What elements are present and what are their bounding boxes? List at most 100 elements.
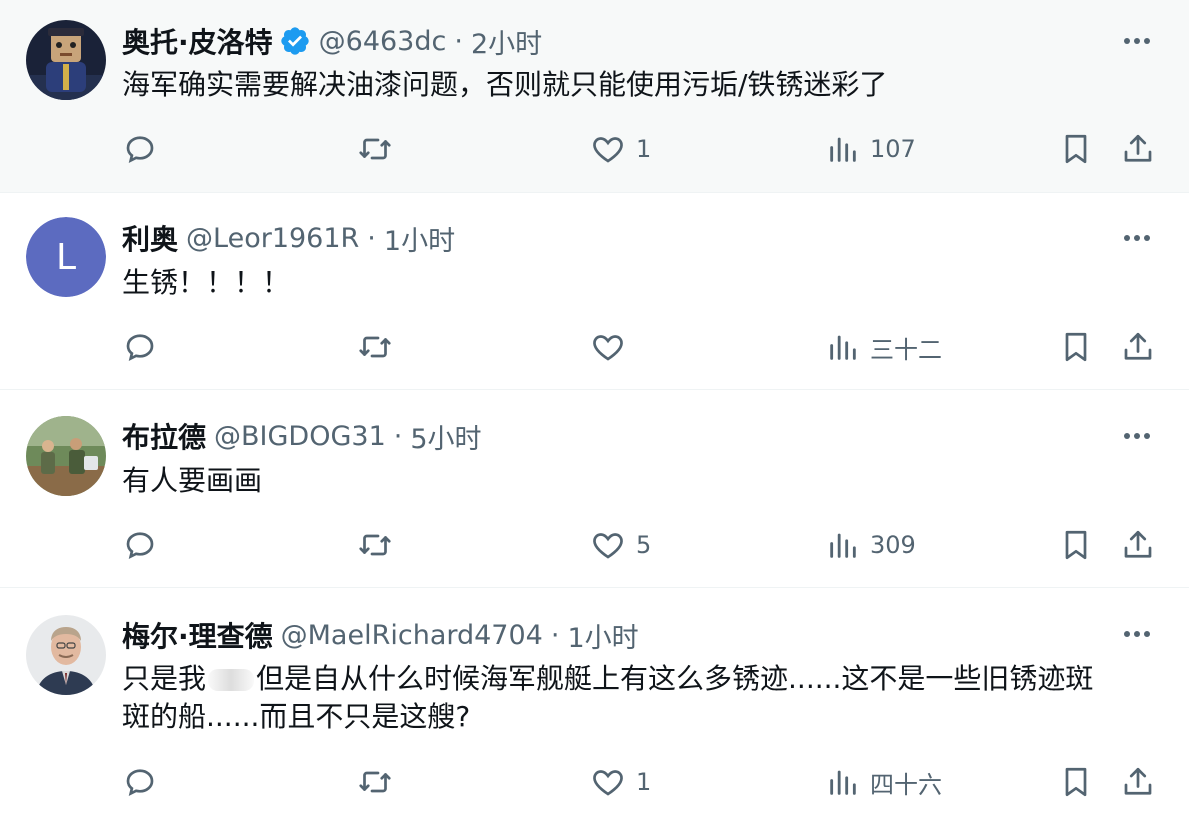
views-button[interactable]: 四十六 — [826, 762, 942, 802]
bookmark-button[interactable] — [1058, 327, 1094, 367]
views-chart-icon — [830, 335, 856, 360]
views-count: 三十二 — [870, 335, 942, 364]
tweet-text-part-1: 只是我 — [122, 662, 207, 695]
like-button[interactable] — [590, 327, 636, 367]
tweet-text-line-2: 斑的船......而且不只是这艘? — [122, 700, 471, 733]
tweet-header: 利奥 @Leor1961R · 1小时 — [122, 218, 455, 258]
user-handle[interactable]: @MaelRichard4704 — [281, 620, 543, 651]
user-handle[interactable]: @BIGDOG31 — [214, 421, 386, 452]
views-count: 107 — [870, 135, 916, 163]
views-button[interactable]: 三十二 — [826, 327, 942, 367]
like-button[interactable]: 1 — [590, 762, 651, 802]
heart-icon — [593, 137, 623, 163]
separator-dot: · — [393, 420, 403, 452]
verified-badge-icon — [279, 25, 311, 57]
tweet-text: 只是我 但是自从什么时候海军舰艇上有这么多锈迹......这不是一些旧锈迹斑 斑的… — [122, 660, 1152, 736]
action-bar: 5 309 — [0, 525, 1189, 565]
bookmark-icon — [1065, 332, 1087, 362]
timestamp[interactable]: 2小时 — [471, 22, 542, 61]
reply-button[interactable] — [122, 129, 158, 169]
like-button[interactable]: 5 — [590, 525, 651, 565]
tweet-header: 梅尔·理查德 @MaelRichard4704 · 1小时 — [122, 615, 639, 655]
views-button[interactable]: 309 — [826, 525, 916, 565]
user-handle[interactable]: @6463dc — [319, 26, 447, 57]
letter-avatar-icon: L — [26, 217, 106, 297]
share-button[interactable] — [1120, 525, 1156, 565]
share-icon — [1124, 134, 1152, 162]
tweet-item[interactable]: 布拉德 @BIGDOG31 · 5小时 有人要画画 5 309 — [0, 390, 1189, 588]
tweet-item[interactable]: 奥托·皮洛特 @6463dc · 2小时 海军确实需要解决油漆问题，否则就只能使… — [0, 0, 1189, 193]
bookmark-icon — [1065, 530, 1087, 560]
heart-icon — [593, 770, 623, 796]
separator-dot: · — [454, 25, 463, 57]
share-icon — [1124, 530, 1152, 558]
avatar[interactable]: L — [26, 217, 106, 297]
tweet-item[interactable]: 梅尔·理查德 @MaelRichard4704 · 1小时 只是我 但是自从什么时… — [0, 588, 1189, 821]
avatar[interactable] — [26, 416, 106, 496]
share-button[interactable] — [1120, 327, 1156, 367]
more-options-icon[interactable] — [1119, 619, 1155, 649]
reply-button[interactable] — [122, 525, 158, 565]
retweet-button[interactable] — [356, 525, 394, 565]
bookmark-button[interactable] — [1058, 525, 1094, 565]
display-name[interactable]: 梅尔·理查德 — [122, 615, 273, 655]
tweet-text: 有人要画画 — [122, 464, 263, 497]
outdoor-photo-avatar-icon — [26, 416, 106, 496]
reply-icon — [126, 532, 154, 560]
retweet-button[interactable] — [356, 129, 394, 169]
views-chart-icon — [830, 533, 856, 558]
retweet-button[interactable] — [356, 762, 394, 802]
display-name[interactable]: 布拉德 — [122, 416, 206, 456]
bookmark-button[interactable] — [1058, 129, 1094, 169]
retweet-icon — [359, 534, 391, 556]
retweet-icon — [359, 138, 391, 160]
reply-icon — [126, 769, 154, 797]
reply-button[interactable] — [122, 327, 158, 367]
bookmark-icon — [1065, 134, 1087, 164]
heart-icon — [593, 335, 623, 361]
share-icon — [1124, 767, 1152, 795]
bookmark-icon — [1065, 767, 1087, 797]
share-icon — [1124, 332, 1152, 360]
action-bar: 1 四十六 — [0, 762, 1189, 802]
avatar[interactable] — [26, 615, 106, 695]
action-bar: 三十二 — [0, 327, 1189, 367]
tweet-text-part-2: 但是自从什么时候海军舰艇上有这么多锈迹......这不是一些旧锈迹斑 — [256, 662, 1094, 695]
like-button[interactable]: 1 — [590, 129, 651, 169]
views-count: 四十六 — [870, 770, 942, 799]
like-count: 5 — [636, 531, 652, 559]
tweet-text: 海军确实需要解决油漆问题，否则就只能使用污垢/铁锈迷彩了 — [122, 68, 888, 101]
timestamp[interactable]: 5小时 — [410, 417, 481, 456]
timestamp[interactable]: 1小时 — [384, 219, 455, 258]
more-options-icon[interactable] — [1119, 421, 1155, 451]
views-count: 309 — [870, 531, 916, 559]
more-options-icon[interactable] — [1119, 26, 1155, 56]
reply-icon — [126, 136, 154, 164]
man-portrait-avatar-icon — [26, 615, 106, 695]
reply-button[interactable] — [122, 762, 158, 802]
share-button[interactable] — [1120, 129, 1156, 169]
separator-dot: · — [367, 222, 376, 254]
retweet-icon — [359, 771, 391, 793]
blurred-text — [208, 669, 255, 691]
retweet-button[interactable] — [356, 327, 394, 367]
tweet-text: 生锈！！！！ — [122, 266, 291, 299]
views-chart-icon — [830, 770, 856, 795]
views-button[interactable]: 107 — [826, 129, 916, 169]
display-name[interactable]: 奥托·皮洛特 — [122, 21, 273, 61]
views-chart-icon — [830, 137, 856, 162]
more-options-icon[interactable] — [1119, 223, 1155, 253]
heart-icon — [593, 533, 623, 559]
share-button[interactable] — [1120, 762, 1156, 802]
avatar[interactable] — [26, 20, 106, 100]
like-count: 1 — [636, 768, 652, 796]
user-handle[interactable]: @Leor1961R — [186, 223, 359, 254]
tweet-item[interactable]: L 利奥 @Leor1961R · 1小时 生锈！！！！ 三十二 — [0, 193, 1189, 390]
svg-text:L: L — [56, 237, 76, 278]
separator-dot: · — [550, 619, 560, 651]
timestamp[interactable]: 1小时 — [567, 616, 638, 655]
display-name[interactable]: 利奥 — [122, 218, 178, 258]
like-count: 1 — [636, 135, 652, 163]
bookmark-button[interactable] — [1058, 762, 1094, 802]
tweet-text-line-1: 只是我 但是自从什么时候海军舰艇上有这么多锈迹......这不是一些旧锈迹斑 — [122, 660, 1152, 698]
